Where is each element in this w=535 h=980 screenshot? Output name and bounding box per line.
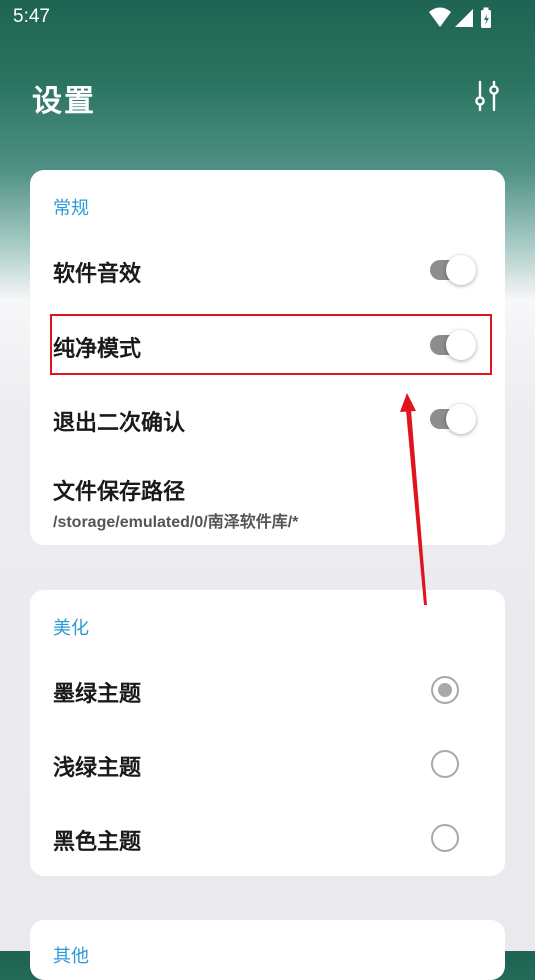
page-title: 设置: [32, 84, 96, 119]
tune-sliders-icon: [475, 80, 499, 112]
theme-option-black[interactable]: 黑色主题: [30, 822, 505, 858]
setting-label: 软件音效: [53, 262, 142, 287]
radio-unselected[interactable]: [431, 824, 459, 852]
radio-selected[interactable]: [431, 676, 459, 704]
setting-label: 纯净模式: [53, 337, 142, 362]
save-path-label: 文件保存路径: [53, 480, 186, 505]
signal-icon: [455, 9, 473, 27]
setting-row-exit-confirm[interactable]: 退出二次确认: [30, 401, 505, 437]
pure-mode-toggle[interactable]: [430, 327, 478, 363]
section-title-theme: 美化: [53, 618, 89, 639]
theme-option-dark-green[interactable]: 墨绿主题: [30, 674, 505, 710]
battery-icon: [481, 7, 491, 28]
setting-row-pure-mode[interactable]: 纯净模式: [30, 327, 505, 363]
status-icons: [429, 6, 497, 30]
section-title-general: 常规: [53, 198, 89, 219]
theme-option-label: 墨绿主题: [53, 682, 142, 707]
wifi-icon: [429, 7, 451, 27]
tune-button[interactable]: [470, 78, 504, 114]
status-bar: 5:47: [0, 0, 535, 36]
theme-option-label: 浅绿主题: [53, 756, 142, 781]
theme-settings-card: 美化 墨绿主题 浅绿主题 黑色主题: [30, 590, 505, 876]
radio-dot: [438, 683, 452, 697]
toggle-thumb: [446, 404, 476, 434]
save-path-value: /storage/emulated/0/南泽软件库/*: [53, 514, 299, 531]
radio-unselected[interactable]: [431, 750, 459, 778]
toggle-thumb: [446, 330, 476, 360]
other-settings-card: 其他: [30, 920, 505, 980]
setting-row-sound[interactable]: 软件音效: [30, 252, 505, 288]
theme-option-label: 黑色主题: [53, 830, 142, 855]
setting-label: 退出二次确认: [53, 411, 186, 436]
status-time: 5:47: [13, 6, 50, 27]
section-title-other: 其他: [53, 946, 89, 967]
sound-toggle[interactable]: [430, 252, 478, 288]
toggle-thumb: [446, 255, 476, 285]
status-icons-svg: [429, 7, 491, 28]
general-settings-card: 常规 软件音效 纯净模式 退出二次确认 文件保存路径 /storage/emul…: [30, 170, 505, 545]
theme-option-light-green[interactable]: 浅绿主题: [30, 748, 505, 784]
exit-confirm-toggle[interactable]: [430, 401, 478, 437]
setting-row-save-path[interactable]: 文件保存路径 /storage/emulated/0/南泽软件库/*: [30, 470, 505, 531]
